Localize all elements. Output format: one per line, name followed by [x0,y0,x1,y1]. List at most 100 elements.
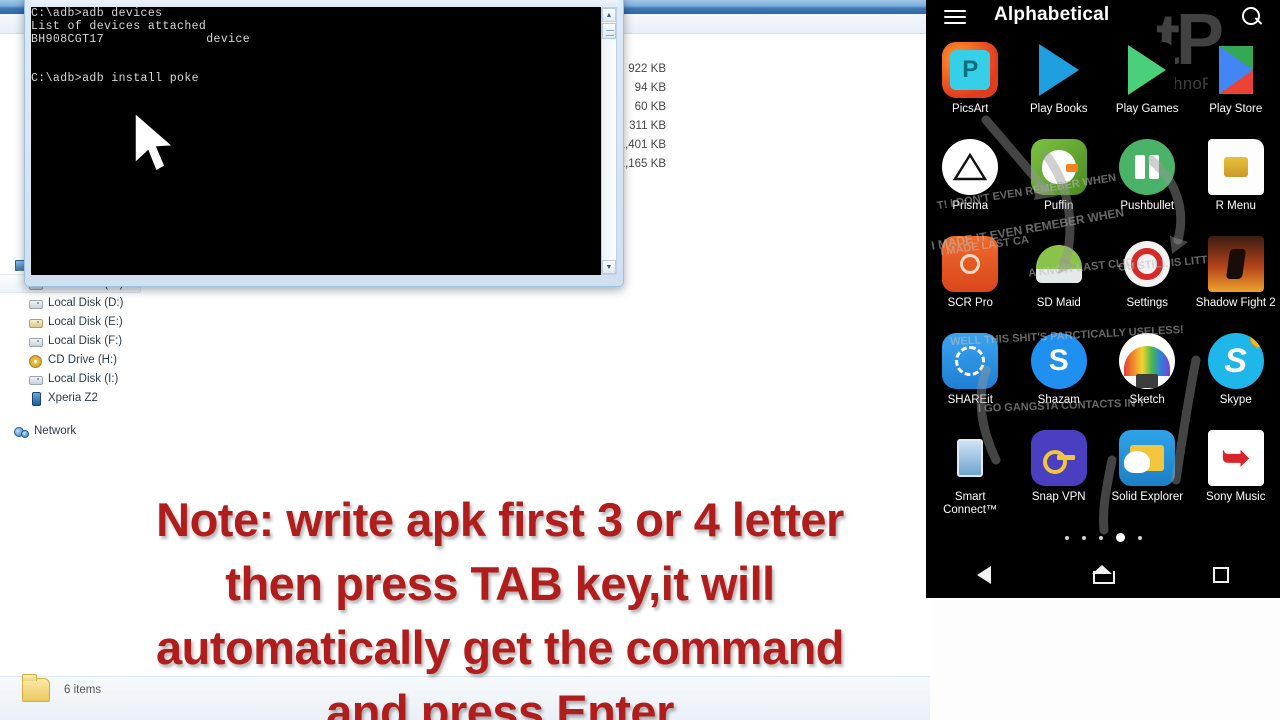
nav-item-xperia-z2[interactable]: Xperia Z2 [0,388,160,407]
drive-icon [28,335,43,347]
app-shareit[interactable]: SHAREit [926,333,1015,428]
app-label: Play Store [1209,103,1263,115]
nav-item-local-disk-i[interactable]: Local Disk (I:) [0,369,160,388]
app-label: Play Books [1029,103,1088,115]
app-drawer-title: Alphabetical [994,4,1110,25]
app-shazam[interactable]: S Shazam [1015,333,1104,428]
app-label: Prisma [952,200,989,212]
nav-item-label: Local Disk (E:) [48,315,123,328]
app-label: SD Maid [1036,297,1081,309]
app-label: Settings [1126,297,1169,309]
shazam-icon: S [1030,333,1087,389]
app-scr-pro[interactable]: SCR Pro [926,236,1015,331]
play-store-icon [1207,42,1264,98]
network-icon [14,425,29,438]
app-smart-connect[interactable]: Smart Connect™ [926,430,1015,525]
recents-button-icon[interactable] [1213,567,1229,583]
app-play-store[interactable]: Play Store [1192,42,1280,137]
hamburger-menu-icon[interactable] [944,8,966,26]
app-play-games[interactable]: Play Games [1103,42,1192,137]
play-games-icon [1119,42,1176,98]
mouse-cursor-icon [134,111,175,173]
scr-pro-icon [942,236,999,292]
app-row: Smart Connect™ Snap VPN Solid Explorer ➥… [926,430,1280,525]
app-snap-vpn[interactable]: Snap VPN [1015,430,1104,525]
page-dot[interactable] [1081,535,1086,540]
app-skype[interactable]: S 1 Skype [1192,333,1280,428]
app-solid-explorer[interactable]: Solid Explorer [1103,430,1192,525]
nav-item-network[interactable]: Network [0,421,160,440]
app-label: Smart Connect™ [943,491,998,516]
snap-vpn-icon [1030,430,1087,486]
sd-maid-icon [1030,236,1087,292]
app-row: SHAREit S Shazam Sketch S 1 Skype [926,333,1280,428]
page-dot[interactable] [1098,535,1103,540]
annotation-line-4: and press Enter [326,685,674,720]
app-r-menu[interactable]: R Menu [1192,139,1280,234]
nav-item-label: Network [34,424,77,437]
app-label: Shazam [1037,394,1080,406]
app-row: Prisma Puffin Pushbullet R Menu [926,139,1280,234]
scrollbar-thumb[interactable] [602,23,616,39]
app-sd-maid[interactable]: SD Maid [1015,236,1104,331]
nav-item-local-disk-e[interactable]: Local Disk (E:) [0,312,160,331]
r-menu-icon [1207,139,1264,195]
android-app-drawer: Alphabetical tP TechnoPhile P PicsArt Pl… [926,0,1280,598]
app-prisma[interactable]: Prisma [926,139,1015,234]
nav-item-local-disk-f[interactable]: Local Disk (F:) [0,331,160,350]
solid-explorer-icon [1119,430,1176,486]
app-label: Play Games [1115,103,1179,115]
nav-item-cd-drive-h[interactable]: CD Drive (H:) [0,350,160,369]
puffin-icon [1030,139,1087,195]
scroll-up-icon[interactable]: ▲ [602,8,616,22]
app-sketch[interactable]: Sketch [1103,333,1192,428]
app-label: SCR Pro [947,297,993,309]
home-button-icon[interactable] [1092,565,1115,584]
picsart-icon: P [942,42,999,98]
shadow-fight-2-icon [1207,236,1264,292]
console-scrollbar[interactable]: ▲ ▼ [601,7,617,275]
nav-item-label: Xperia Z2 [48,391,98,404]
nav-item-label: CD Drive (H:) [48,353,117,366]
command-prompt-window[interactable]: C:\adb>adb devices List of devices attac… [24,0,624,287]
scroll-down-icon[interactable]: ▼ [602,260,616,274]
skype-icon: S 1 [1207,333,1264,389]
page-dot-active[interactable] [1115,533,1125,542]
app-label: Puffin [1044,200,1074,212]
phone-icon [28,391,42,406]
back-button-icon[interactable] [977,566,991,584]
app-drawer-header: Alphabetical [926,0,1280,38]
page-dot[interactable] [1064,535,1069,540]
page-dot[interactable] [1137,535,1142,540]
smart-connect-icon [942,430,999,486]
sony-music-icon: ➥ [1207,430,1264,486]
app-row: SCR Pro SD Maid Settings Shadow Fight 2 [926,236,1280,331]
app-row: P PicsArt Play Books Play Games Play Sto… [926,42,1280,137]
app-label: Sony Music [1206,491,1266,503]
nav-item-label: Local Disk (D:) [48,296,124,309]
app-label: Skype [1219,394,1252,406]
shareit-icon [942,333,999,389]
app-puffin[interactable]: Puffin [1015,139,1104,234]
play-books-icon [1030,42,1087,98]
app-shadow-fight-2[interactable]: Shadow Fight 2 [1192,236,1280,331]
app-picsart[interactable]: P PicsArt [926,42,1015,137]
settings-icon [1119,236,1176,292]
app-pushbullet[interactable]: Pushbullet [1103,139,1192,234]
app-label: Sketch [1129,394,1165,406]
app-grid: P PicsArt Play Books Play Games Play Sto… [926,42,1280,532]
search-icon[interactable] [1242,7,1264,29]
app-sony-music[interactable]: ➥ Sony Music [1192,430,1280,525]
annotation-line-1: Note: write apk first 3 or 4 letter [156,493,844,546]
nav-item-label: Local Disk (F:) [48,334,123,347]
app-settings[interactable]: Settings [1103,236,1192,331]
app-play-books[interactable]: Play Books [1015,42,1104,137]
screenshot-root: 922 KB 94 KB 60 KB 311 KB 1,401 KB 1,165… [0,0,1280,720]
drive-icon [28,297,43,309]
nav-item-local-disk-d[interactable]: Local Disk (D:) [0,293,160,312]
page-indicator-dots[interactable] [926,533,1280,542]
notification-badge: 1 [1249,333,1264,348]
explorer-navigation-pane: Computer Local Disk (C:) Local Disk (D:)… [0,255,160,485]
folder-icon [22,672,52,706]
